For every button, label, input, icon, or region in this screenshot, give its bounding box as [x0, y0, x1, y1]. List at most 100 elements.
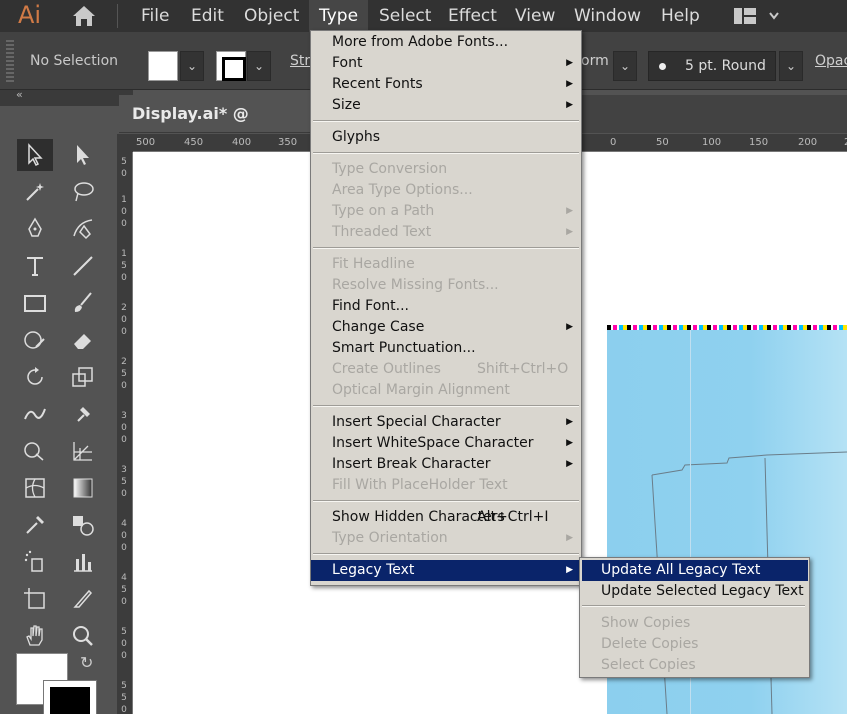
warp-tool-icon[interactable] — [17, 398, 53, 430]
stroke-dropdown-button[interactable]: ⌄ — [247, 51, 271, 81]
type-menu-item-threaded-text[interactable]: Threaded Text ▶ — [311, 222, 581, 243]
type-menu-item-area-type-options[interactable]: Area Type Options... — [311, 180, 581, 201]
menu-separator — [313, 247, 579, 249]
eraser-tool-icon[interactable] — [65, 324, 101, 356]
type-menu-item-type-conversion[interactable]: Type Conversion — [311, 159, 581, 180]
submenu-arrow-icon: ▶ — [566, 206, 573, 216]
scale-tool-icon[interactable] — [65, 361, 101, 393]
workspace-switcher-icon[interactable] — [730, 6, 786, 26]
fill-color-swatch[interactable] — [148, 51, 178, 81]
ruler-origin[interactable] — [117, 134, 133, 152]
type-menu-item-fit-headline[interactable]: Fit Headline — [311, 254, 581, 275]
type-menu-item-font[interactable]: Font ▶ — [311, 53, 581, 74]
blend-tool-icon[interactable] — [65, 509, 101, 541]
ruler-tick: 5 0 — [121, 157, 127, 179]
type-menu-item-fill-with-placeholder-text[interactable]: Fill With PlaceHolder Text — [311, 475, 581, 496]
type-menu-item-size[interactable]: Size ▶ — [311, 95, 581, 116]
menu-window[interactable]: Window — [564, 0, 651, 32]
shape-builder-tool-icon[interactable] — [17, 435, 53, 467]
pen-tool-icon[interactable] — [17, 213, 53, 245]
type-menu-item-type-on-a-path[interactable]: Type on a Path ▶ — [311, 201, 581, 222]
panel-grip[interactable] — [6, 40, 14, 82]
artboard-tool-icon[interactable] — [17, 583, 53, 615]
type-menu-item-create-outlines[interactable]: Create Outlines Shift+Ctrl+O — [311, 359, 581, 380]
stroke-swatch-large[interactable] — [43, 680, 97, 714]
type-menu-item-insert-special-character[interactable]: Insert Special Character ▶ — [311, 412, 581, 433]
curvature-tool-icon[interactable] — [65, 213, 101, 245]
profile-dropdown-button[interactable]: ⌄ — [613, 51, 637, 81]
toolbar-collapse[interactable]: « — [0, 88, 133, 106]
menu-item-label: Area Type Options... — [332, 182, 473, 198]
menu-item-shortcut: Shift+Ctrl+O — [477, 361, 569, 377]
stroke-color-swatch[interactable] — [216, 51, 246, 81]
type-menu-item-smart-punctuation[interactable]: Smart Punctuation... — [311, 338, 581, 359]
legacy-menu-item-delete-copies[interactable]: Delete Copies — [582, 634, 808, 655]
symbol-sprayer-tool-icon[interactable] — [17, 546, 53, 578]
gradient-tool-icon[interactable] — [65, 472, 101, 504]
menu-item-label: Insert Break Character — [332, 456, 491, 472]
menu-view[interactable]: View — [505, 0, 565, 32]
type-menu-item-type-orientation[interactable]: Type Orientation ▶ — [311, 528, 581, 549]
hand-tool-icon[interactable] — [17, 620, 53, 652]
document-tab[interactable]: Display.ai* @ 33.33% — [119, 95, 319, 161]
direct-selection-tool-icon[interactable] — [65, 139, 101, 171]
menu-item-label: Resolve Missing Fonts... — [332, 277, 499, 293]
legacy-menu-item-update-all-legacy-text[interactable]: Update All Legacy Text — [582, 560, 808, 581]
menu-item-label: Change Case — [332, 319, 425, 335]
type-menu-item-show-hidden-characters[interactable]: Show Hidden Characters Alt+Ctrl+I — [311, 507, 581, 528]
shaper-tool-icon[interactable] — [17, 324, 53, 356]
menu-help[interactable]: Help — [651, 0, 710, 32]
menu-separator — [313, 553, 579, 555]
menu-divider — [117, 4, 118, 28]
mesh-tool-icon[interactable] — [17, 472, 53, 504]
menu-edit[interactable]: Edit — [181, 0, 234, 32]
perspective-grid-tool-icon[interactable] — [65, 435, 101, 467]
magic-wand-tool-icon[interactable] — [17, 176, 53, 208]
type-menu-item-more-from-adobe-fonts[interactable]: More from Adobe Fonts... — [311, 32, 581, 53]
menu-item-label: Smart Punctuation... — [332, 340, 476, 356]
vertical-ruler[interactable]: 5 0 1 0 0 1 5 0 2 0 0 2 5 0 3 0 0 3 5 0 4 0 0 4 … — [117, 152, 133, 714]
type-menu-item-recent-fonts[interactable]: Recent Fonts ▶ — [311, 74, 581, 95]
eyedropper-tool-icon[interactable] — [17, 509, 53, 541]
legacy-menu-item-update-selected-legacy-text[interactable]: Update Selected Legacy Text — [582, 581, 808, 602]
swap-fill-stroke-icon[interactable]: ↻ — [80, 653, 93, 672]
opacity-label[interactable]: Opac — [815, 32, 847, 90]
menu-item-label: Font — [332, 55, 363, 71]
fill-dropdown-button[interactable]: ⌄ — [180, 51, 204, 81]
ruler-tick: 1 5 0 — [121, 249, 127, 283]
zoom-tool-icon[interactable] — [65, 620, 101, 652]
column-graph-tool-icon[interactable] — [65, 546, 101, 578]
collapse-chevron-icon[interactable]: « — [16, 88, 23, 101]
stroke-label[interactable]: Str — [290, 32, 310, 90]
legacy-menu-item-show-copies[interactable]: Show Copies — [582, 613, 808, 634]
menu-type[interactable]: Type — [309, 0, 369, 32]
menu-item-label: Type Conversion — [332, 161, 448, 177]
rectangle-tool-icon[interactable] — [17, 287, 53, 319]
menu-object[interactable]: Object — [234, 0, 309, 32]
menu-bar: Ai File Edit Object Type Select Effect V… — [0, 0, 847, 32]
brush-definition-field[interactable]: 5 pt. Round — [648, 51, 776, 81]
type-menu-item-glyphs[interactable]: Glyphs — [311, 127, 581, 148]
type-menu-item-insert-break-character[interactable]: Insert Break Character ▶ — [311, 454, 581, 475]
menu-effect[interactable]: Effect — [438, 0, 507, 32]
type-menu-item-change-case[interactable]: Change Case ▶ — [311, 317, 581, 338]
line-segment-tool-icon[interactable] — [65, 250, 101, 282]
menu-file[interactable]: File — [131, 0, 179, 32]
type-tool-icon[interactable] — [17, 250, 53, 282]
slice-tool-icon[interactable] — [65, 583, 101, 615]
lasso-tool-icon[interactable] — [65, 176, 101, 208]
type-menu-item-insert-whitespace-character[interactable]: Insert WhiteSpace Character ▶ — [311, 433, 581, 454]
rotate-tool-icon[interactable] — [17, 361, 53, 393]
home-icon[interactable] — [70, 4, 98, 28]
brush-dropdown-button[interactable]: ⌄ — [779, 51, 803, 81]
puppet-warp-tool-icon[interactable] — [65, 398, 101, 430]
type-menu-item-find-font[interactable]: Find Font... — [311, 296, 581, 317]
type-menu-item-optical-margin-alignment[interactable]: Optical Margin Alignment — [311, 380, 581, 401]
paintbrush-tool-icon[interactable] — [65, 287, 101, 319]
legacy-menu-item-select-copies[interactable]: Select Copies — [582, 655, 808, 676]
type-menu-item-resolve-missing-fonts[interactable]: Resolve Missing Fonts... — [311, 275, 581, 296]
selection-tool-icon[interactable] — [17, 139, 53, 171]
type-menu-item-legacy-text[interactable]: Legacy Text ▶ — [311, 560, 581, 581]
menu-select[interactable]: Select — [369, 0, 441, 32]
variable-width-profile[interactable]: orm — [581, 32, 609, 90]
